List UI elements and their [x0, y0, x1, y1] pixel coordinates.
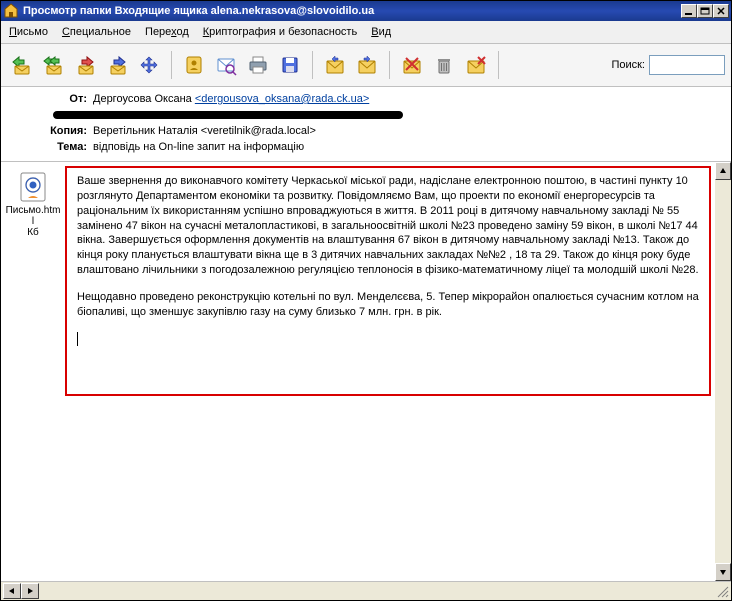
attachment-column: Письмо.html Кб	[1, 162, 65, 581]
titlebar: Просмотр папки Входящие ящика alena.nekr…	[1, 1, 731, 21]
scroll-left-button[interactable]	[3, 583, 21, 599]
save-button[interactable]	[276, 51, 304, 79]
prev-message-button[interactable]	[321, 51, 349, 79]
search-box: Поиск:	[611, 55, 725, 75]
search-label: Поиск:	[611, 59, 645, 71]
menu-special[interactable]: Специальное	[60, 24, 133, 40]
copy-label: Копия:	[9, 125, 93, 137]
attachment-size: Кб	[5, 227, 61, 238]
content-area: Письмо.html Кб Ваше звернення до виконав…	[1, 162, 731, 581]
resize-grip[interactable]	[715, 584, 729, 598]
file-html-icon	[17, 171, 49, 203]
close-button[interactable]	[713, 4, 729, 18]
from-address-link[interactable]: <dergousova_oksana@rada.ck.ua>	[195, 93, 369, 105]
message-body[interactable]: Ваше звернення до виконавчого комітету Ч…	[65, 166, 711, 396]
app-icon	[3, 3, 19, 19]
scroll-right-button[interactable]	[21, 583, 39, 599]
text-cursor	[77, 332, 78, 346]
spam-button[interactable]	[398, 51, 426, 79]
reply-button[interactable]	[7, 51, 35, 79]
forward-button[interactable]	[103, 51, 131, 79]
menu-goto[interactable]: Переход	[143, 24, 191, 40]
titlebar-text: Просмотр папки Входящие ящика alena.nekr…	[23, 5, 681, 17]
from-value: Дергоусова Оксана <dergousova_oksana@rad…	[93, 93, 723, 105]
from-label: От:	[9, 93, 93, 105]
message-headers: От: Дергоусова Оксана <dergousova_oksana…	[1, 87, 731, 162]
vertical-scrollbar[interactable]	[715, 162, 731, 581]
addressbook-button[interactable]	[180, 51, 208, 79]
attachment-item[interactable]: Письмо.html Кб	[2, 168, 64, 241]
copy-value: Веретільник Наталія <veretilnik@rada.loc…	[93, 125, 723, 137]
scroll-track[interactable]	[715, 180, 731, 563]
delete-message-button[interactable]	[462, 51, 490, 79]
next-message-button[interactable]	[353, 51, 381, 79]
toolbar: Поиск:	[1, 44, 731, 87]
redacted-bar	[53, 111, 403, 119]
delete-button[interactable]	[430, 51, 458, 79]
print-button[interactable]	[244, 51, 272, 79]
menu-crypto[interactable]: Криптография и безопасность	[201, 24, 359, 40]
minimize-button[interactable]	[681, 4, 697, 18]
maximize-button[interactable]	[697, 4, 713, 18]
window: Просмотр папки Входящие ящика alena.nekr…	[0, 0, 732, 601]
subject-value: відповідь на On-line запит на інформацію	[93, 141, 723, 153]
forward-red-button[interactable]	[71, 51, 99, 79]
scroll-up-button[interactable]	[715, 162, 731, 180]
horizontal-scrollbar[interactable]	[3, 583, 39, 599]
menu-letter[interactable]: Письмо	[7, 24, 50, 40]
titlebar-buttons	[681, 4, 729, 18]
attachment-filename: Письмо.html	[5, 205, 61, 227]
move-button[interactable]	[135, 51, 163, 79]
body-p1: Ваше звернення до виконавчого комітету Ч…	[77, 174, 699, 278]
message-column: Ваше звернення до виконавчого комітету Ч…	[65, 162, 715, 581]
menu-view[interactable]: Вид	[369, 24, 393, 40]
reply-all-button[interactable]	[39, 51, 67, 79]
search-input[interactable]	[649, 55, 725, 75]
body-p2: Нещодавно проведено реконструкцію котель…	[77, 290, 699, 320]
view-button[interactable]	[212, 51, 240, 79]
subject-label: Тема:	[9, 141, 93, 153]
scroll-down-button[interactable]	[715, 563, 731, 581]
statusbar	[1, 581, 731, 600]
menubar: Письмо Специальное Переход Криптография …	[1, 21, 731, 44]
